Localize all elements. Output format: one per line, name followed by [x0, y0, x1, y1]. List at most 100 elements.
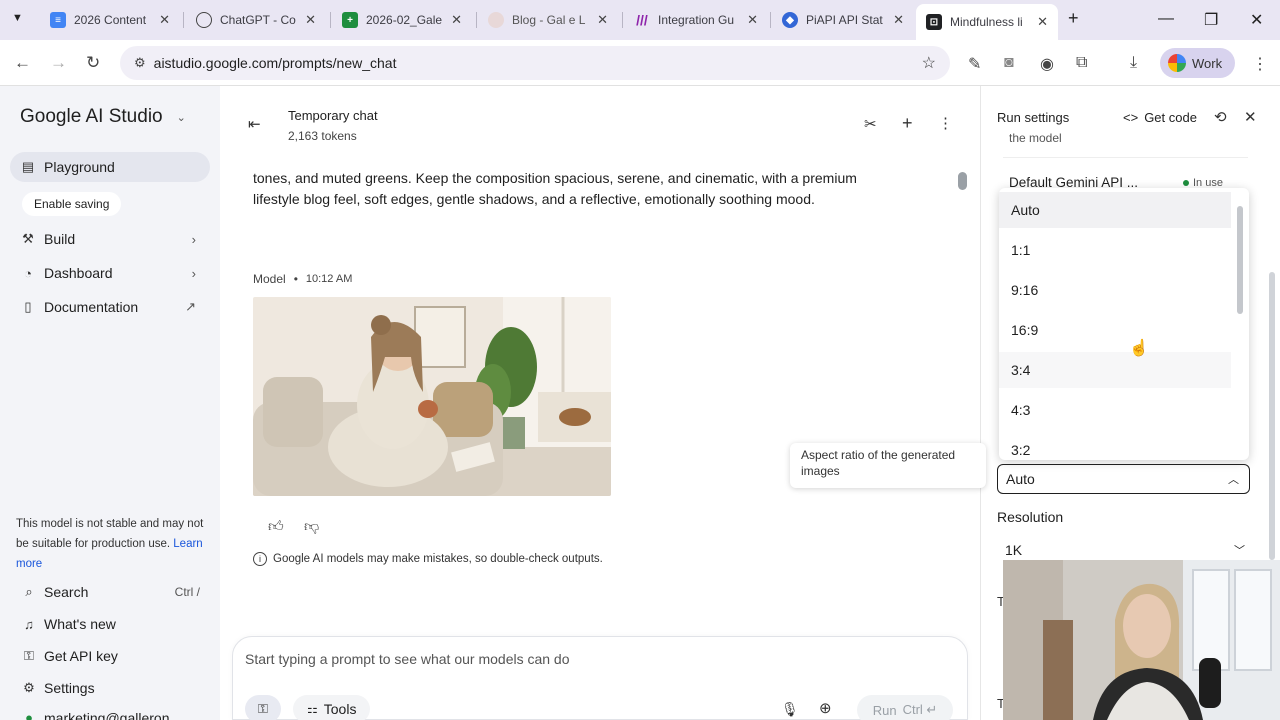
aistudio-icon: ⊡ [926, 14, 942, 30]
close-icon[interactable]: ✕ [451, 12, 462, 28]
bookmark-star-icon[interactable]: ☆ [922, 53, 936, 73]
aspect-selected-value: Auto [1006, 471, 1035, 487]
close-panel-icon[interactable]: ✕ [1244, 108, 1257, 126]
extensions-puzzle-icon[interactable]: ⧉ [1076, 54, 1087, 72]
restore-icon[interactable]: ❐ [1204, 10, 1218, 30]
build-icon: ⚒ [22, 231, 34, 246]
separator-dot: • [293, 272, 298, 286]
camera-icon[interactable]: ◙ [1004, 54, 1014, 72]
thumbs-down-icon[interactable]: 👎︎ [304, 518, 319, 536]
avatar [1168, 54, 1186, 72]
sidebar-item-playground[interactable]: ▤ Playground [10, 152, 210, 182]
close-icon[interactable]: ✕ [747, 12, 758, 28]
window-close-icon[interactable]: ✕ [1250, 10, 1263, 30]
minimize-icon[interactable]: — [1158, 10, 1174, 28]
forward-arrow-icon[interactable]: → [50, 53, 67, 73]
browser-tab-1[interactable]: ≡ 2026 Content ✕ [40, 6, 180, 34]
run-settings-title: Run settings [997, 110, 1070, 125]
aspect-ratio-select[interactable]: Auto ︿ [997, 464, 1250, 494]
aspect-option-9-16[interactable]: 9:16 [999, 272, 1231, 308]
brand-switcher[interactable]: Google AI Studio ⌄ [20, 106, 186, 128]
tab-separator [622, 12, 623, 28]
download-icon[interactable]: ⤓ [1130, 54, 1137, 72]
tab-search-chevron-icon[interactable]: ▼ [12, 12, 23, 24]
aspect-option-auto[interactable]: Auto [999, 192, 1231, 228]
chat-scrollbar[interactable] [958, 172, 967, 190]
extension-badge-icon[interactable]: ◉ [1040, 54, 1054, 74]
option-label: Auto [1011, 202, 1040, 218]
sidebar-item-label: Documentation [44, 299, 139, 315]
sidebar-account[interactable]: ● marketing@galleron [22, 710, 200, 720]
new-chat-icon[interactable]: + [902, 113, 913, 134]
add-media-icon[interactable]: ⊕ [819, 699, 832, 717]
gear-icon: ⚙ [23, 680, 35, 695]
sidebar-settings[interactable]: ⚙ Settings [22, 680, 200, 696]
aspect-option-4-3[interactable]: 4:3 [999, 392, 1231, 428]
sidebar-whats-new[interactable]: ♫ What's new [22, 616, 200, 632]
close-icon[interactable]: ✕ [597, 12, 608, 28]
browser-tab-active[interactable]: ⊡ Mindfulness li ✕ [916, 4, 1058, 40]
panel-scrollbar[interactable] [1269, 272, 1275, 560]
temporary-chat-toggle-icon[interactable]: ✂ [864, 115, 877, 133]
collapse-sidebar-icon[interactable]: ⇤ [248, 115, 261, 133]
sidebar-item-label: Search [44, 584, 89, 600]
chevron-down-icon: ﹀ [1234, 545, 1245, 557]
mouse-pointer-icon: ☝ [1129, 340, 1149, 357]
sidebar-item-build[interactable]: ⚒ Build › [10, 224, 210, 254]
option-label: 4:3 [1011, 402, 1031, 418]
api-key-button[interactable]: ⚿ [245, 695, 281, 720]
blog-icon [488, 12, 504, 28]
left-sidebar: Google AI Studio ⌄ ▤ Playground Enable s… [0, 86, 220, 720]
tools-button[interactable]: ⚏ Tools [293, 695, 371, 720]
reset-settings-icon[interactable]: ⟲ [1214, 108, 1227, 126]
aspect-option-1-1[interactable]: 1:1 [999, 232, 1231, 268]
webcam-overlay [1003, 560, 1280, 720]
tab-separator [476, 12, 477, 28]
reload-icon[interactable]: ↻ [86, 53, 100, 73]
browser-tab-6[interactable]: ◆ PiAPI API Stat ✕ [772, 6, 914, 34]
run-button[interactable]: Run Ctrl ↵ [857, 695, 953, 720]
sidebar-item-documentation[interactable]: ▯ Documentation ↗ [10, 292, 210, 322]
piapi-icon: ◆ [782, 12, 798, 28]
browser-toolbar: ← → ↻ ⚙ aistudio.google.com/prompts/new_… [0, 40, 1280, 86]
close-icon[interactable]: ✕ [1037, 14, 1048, 30]
thumbs-up-icon[interactable]: 👍︎ [268, 518, 284, 536]
dropdown-scrollbar[interactable] [1237, 206, 1243, 314]
close-icon[interactable]: ✕ [893, 12, 904, 28]
account-email: marketing@galleron [44, 710, 170, 720]
sidebar-item-label: Playground [44, 159, 115, 175]
aspect-option-3-2[interactable]: 3:2 [999, 432, 1231, 460]
profile-chip[interactable]: Work [1160, 48, 1235, 78]
address-bar[interactable]: ⚙ aistudio.google.com/prompts/new_chat ☆ [120, 46, 950, 80]
resolution-select[interactable]: 1K ﹀ [1005, 539, 1245, 561]
microphone-icon[interactable]: 🎙︎ [781, 701, 799, 718]
prompt-input[interactable]: Start typing a prompt to see what our mo… [245, 651, 570, 667]
sidebar-search[interactable]: ⌕ Search Ctrl / [22, 584, 200, 600]
prompt-input-box[interactable]: Start typing a prompt to see what our mo… [232, 636, 968, 720]
new-tab-icon[interactable]: + [1068, 8, 1079, 29]
browser-tab-3[interactable]: + 2026-02_Gale ✕ [332, 6, 472, 34]
account-icon: ● [25, 710, 33, 720]
more-options-icon[interactable]: ⋮ [938, 114, 953, 132]
search-shortcut: Ctrl / [174, 585, 200, 599]
sidebar-get-api-key[interactable]: ⚿ Get API key [22, 648, 200, 664]
sidebar-item-dashboard[interactable]: ◔ Dashboard › [10, 258, 210, 288]
chevron-down-icon: ⌄ [176, 111, 186, 124]
browser-menu-icon[interactable]: ⋮ [1252, 54, 1268, 74]
generated-image[interactable] [253, 297, 611, 496]
browser-tab-5[interactable]: /// Integration Gu ✕ [624, 6, 768, 34]
enable-saving-button[interactable]: Enable saving [22, 192, 122, 216]
back-arrow-icon[interactable]: ← [14, 53, 31, 73]
pen-icon[interactable]: ✎ [968, 54, 981, 74]
close-icon[interactable]: ✕ [159, 12, 170, 28]
close-icon[interactable]: ✕ [305, 12, 316, 28]
get-code-button[interactable]: <> Get code [1123, 110, 1197, 125]
browser-tab-4[interactable]: Blog - Gal e L ✕ [478, 6, 618, 34]
tab-title: Mindfulness li [950, 15, 1023, 29]
site-info-icon[interactable]: ⚙ [134, 55, 146, 71]
resolution-label: Resolution [997, 509, 1064, 525]
sidebar-item-label: Dashboard [44, 265, 113, 281]
browser-tab-2[interactable]: ChatGPT - Co ✕ [186, 6, 326, 34]
aspect-option-16-9[interactable]: 16:9 [999, 312, 1231, 348]
aspect-option-3-4[interactable]: 3:4 [999, 352, 1231, 388]
